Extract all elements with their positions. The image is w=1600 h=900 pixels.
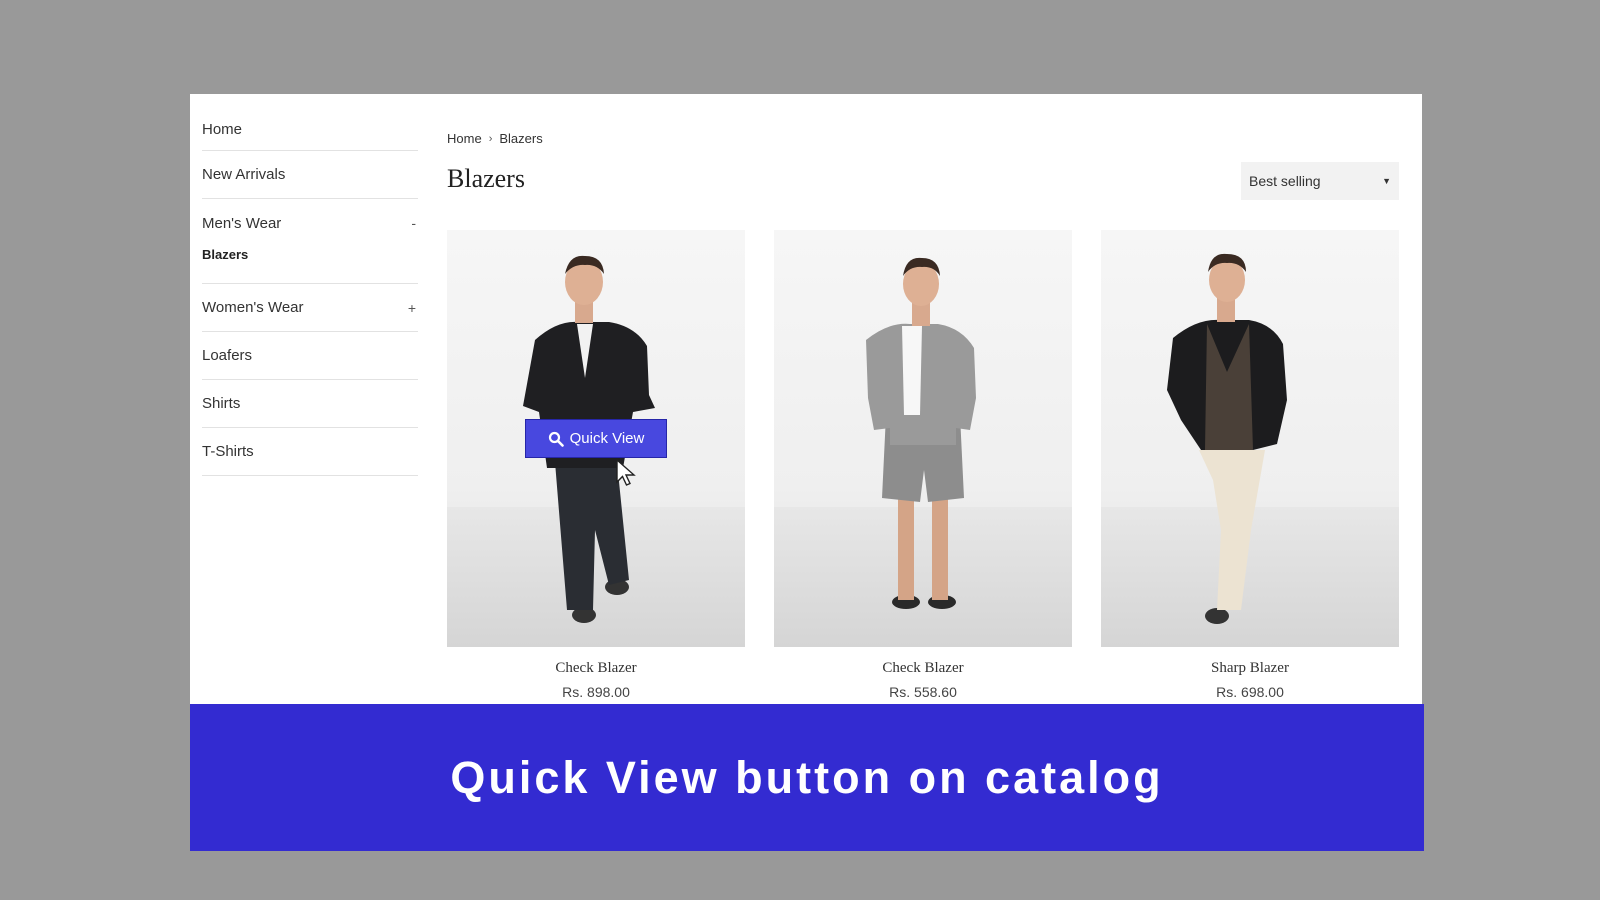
sidebar-item-mens-wear[interactable]: Men's Wear -	[202, 199, 418, 247]
sidebar-subitem-blazers[interactable]: Blazers	[202, 247, 418, 269]
sort-selected-value: Best selling	[1249, 173, 1321, 189]
product-image[interactable]: Quick View	[447, 230, 745, 647]
breadcrumb-separator: ›	[488, 132, 493, 145]
caption-banner: Quick View button on catalog	[190, 704, 1424, 851]
sidebar-item-label: Loafers	[202, 347, 253, 364]
product-price: Rs. 558.60	[889, 684, 957, 700]
sidebar-item-label: New Arrivals	[202, 166, 286, 183]
sidebar-group-mens-wear: Men's Wear - Blazers	[202, 199, 418, 284]
product-price: Rs. 698.00	[1216, 684, 1284, 700]
collapse-toggle[interactable]: -	[411, 215, 416, 231]
mouse-pointer-icon	[615, 458, 637, 493]
sidebar-item-label: Home	[202, 120, 243, 138]
breadcrumb-home-link[interactable]: Home	[447, 131, 482, 146]
expand-toggle[interactable]: +	[408, 300, 416, 316]
sidebar-item-label: T-Shirts	[202, 443, 254, 460]
product-price: Rs. 898.00	[562, 684, 630, 700]
sidebar-item-home[interactable]: Home	[202, 112, 418, 151]
store-page: Home New Arrivals Men's Wear - Blazers W…	[190, 94, 1422, 704]
breadcrumb-current[interactable]: Blazers	[499, 131, 542, 146]
caret-down-icon: ▼	[1382, 176, 1391, 186]
sidebar-item-womens-wear[interactable]: Women's Wear +	[202, 284, 418, 332]
sidebar-item-label: Men's Wear	[202, 214, 282, 232]
sort-select[interactable]: Best selling ▼	[1241, 162, 1399, 200]
product-title[interactable]: Sharp Blazer	[1101, 660, 1399, 677]
quick-view-button[interactable]: Quick View	[525, 419, 667, 458]
sidebar-item-loafers[interactable]: Loafers	[202, 332, 418, 380]
sidebar-item-shirts[interactable]: Shirts	[202, 380, 418, 428]
page-title: Blazers	[447, 164, 525, 193]
breadcrumb: Home › Blazers	[447, 131, 543, 146]
sidebar-item-label: Women's Wear	[202, 299, 304, 316]
sidebar-nav: Home New Arrivals Men's Wear - Blazers W…	[202, 112, 418, 476]
sidebar-item-new-arrivals[interactable]: New Arrivals	[202, 151, 418, 199]
product-card[interactable]: Quick View Check Blazer Rs. 898.00	[447, 230, 745, 700]
product-title[interactable]: Check Blazer	[447, 660, 745, 677]
product-title[interactable]: Check Blazer	[774, 660, 1072, 677]
product-grid: Quick View Check Blazer Rs. 898.00 Check…	[447, 230, 1399, 700]
quick-view-label: Quick View	[569, 430, 645, 447]
caption-text: Quick View button on catalog	[450, 751, 1164, 803]
sidebar-item-label: Shirts	[202, 395, 241, 412]
product-image[interactable]	[1101, 230, 1399, 647]
search-icon	[548, 431, 564, 447]
product-card[interactable]: Check Blazer Rs. 558.60	[774, 230, 1072, 700]
sidebar-item-t-shirts[interactable]: T-Shirts	[202, 428, 418, 476]
product-image[interactable]	[774, 230, 1072, 647]
product-card[interactable]: Sharp Blazer Rs. 698.00	[1101, 230, 1399, 700]
